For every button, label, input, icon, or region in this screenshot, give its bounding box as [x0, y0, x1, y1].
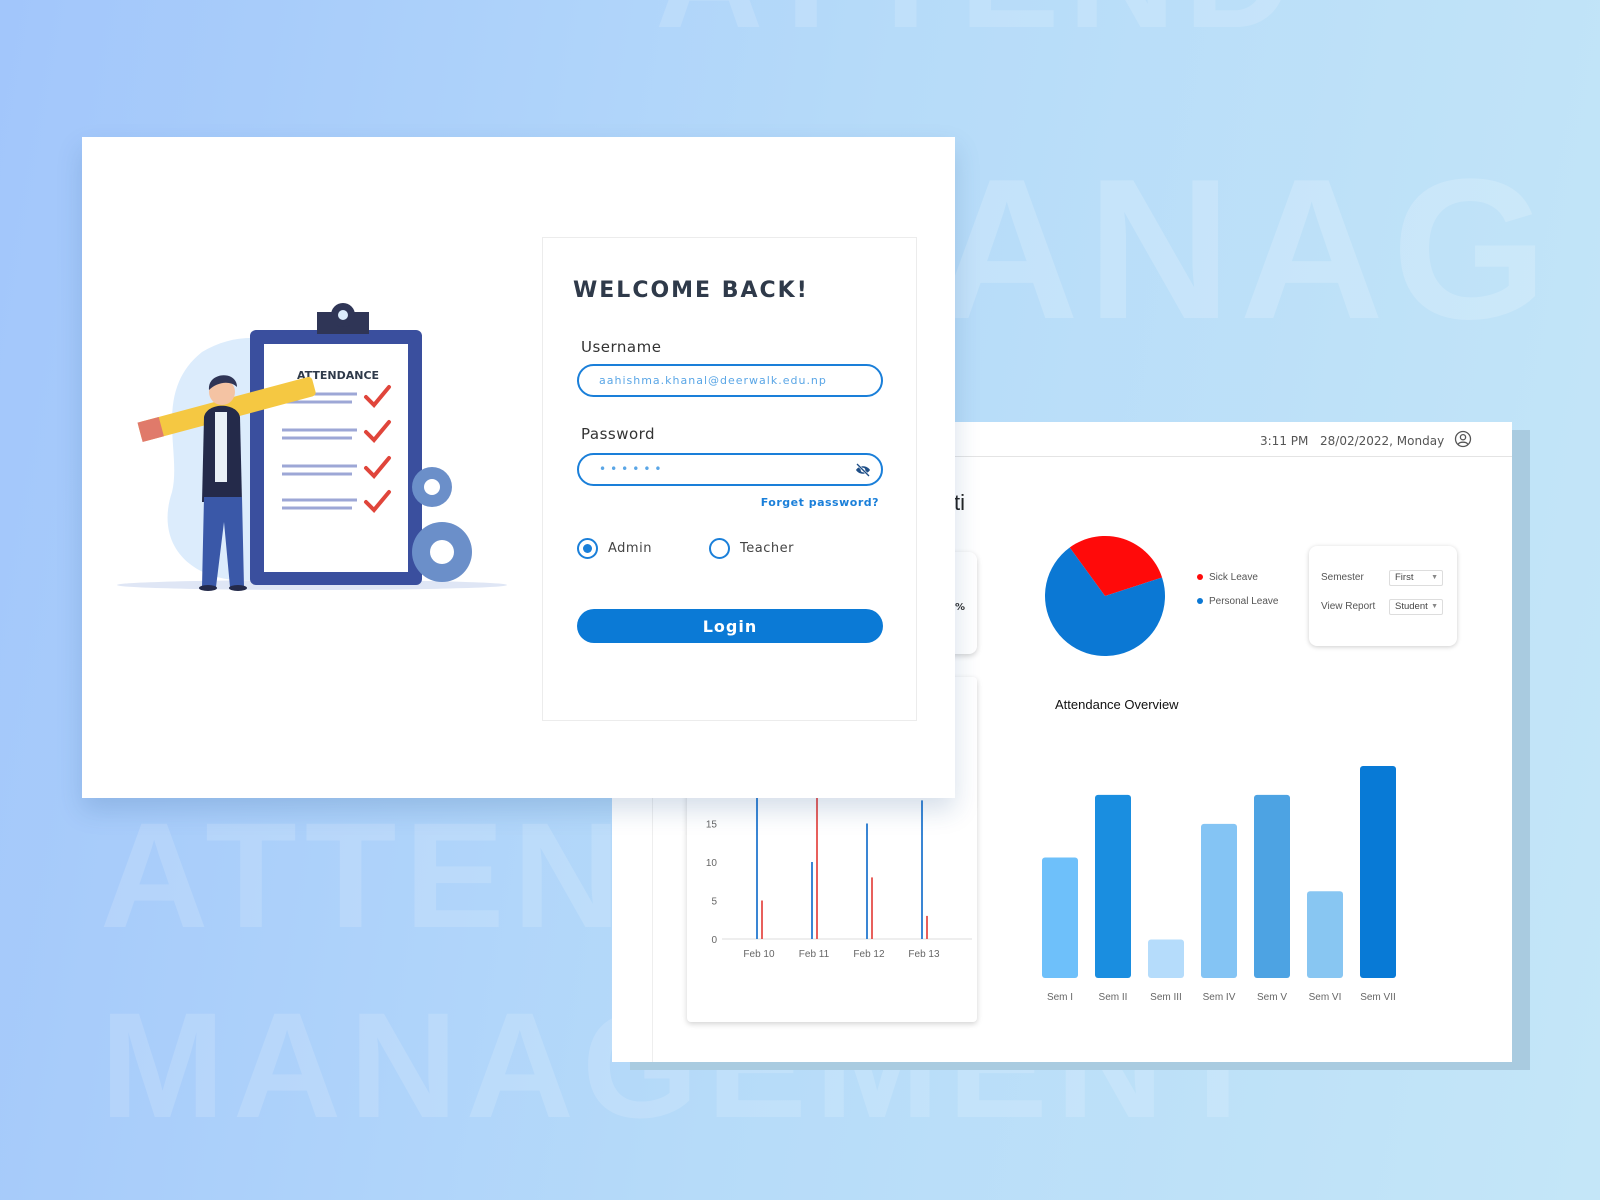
current-date: 28/02/2022, Monday	[1320, 434, 1445, 448]
x-tick-label: Feb 12	[853, 949, 885, 960]
overview-x-label: Sem VII	[1360, 992, 1396, 1003]
password-mask[interactable]: ••••••	[599, 462, 665, 476]
password-field[interactable]: ••••••	[577, 453, 883, 486]
role-label-teacher: Teacher	[740, 541, 794, 556]
page-title: ti	[954, 490, 965, 515]
x-tick-label: Feb 10	[743, 949, 775, 960]
legend-sick-leave: Sick Leave	[1197, 572, 1258, 583]
username-label: Username	[581, 338, 662, 356]
semester-value: First	[1395, 572, 1414, 583]
overview-bar-sem-v	[1254, 794, 1290, 978]
chevron-down-icon: ▼	[1431, 603, 1438, 610]
y-tick-label: 5	[711, 897, 717, 908]
username-input[interactable]	[599, 366, 849, 395]
password-label: Password	[581, 425, 656, 443]
overview-bar-sem-iii	[1148, 939, 1184, 978]
y-tick-label: 0	[711, 935, 717, 946]
overview-bar-sem-iv	[1201, 823, 1237, 978]
role-radio-teacher[interactable]: Teacher	[709, 538, 794, 559]
semester-label: Semester	[1321, 572, 1364, 583]
attendance-illustration: ATTENDANCE	[117, 303, 507, 591]
legend-dot-personal	[1197, 598, 1203, 605]
overview-bar-sem-i	[1042, 857, 1078, 978]
overview-bar-sem-vii	[1360, 766, 1396, 978]
legend-personal-leave: Personal Leave	[1197, 596, 1279, 607]
bg-word-attend: ATTEND	[655, 0, 1300, 50]
leave-pie-chart	[1045, 536, 1165, 656]
radio-circle-teacher[interactable]	[709, 538, 730, 559]
y-tick-label: 15	[706, 820, 718, 831]
login-window: ATTENDANCE WELCOME BACK! Username Passwo…	[82, 137, 955, 798]
overview-x-label: Sem I	[1047, 992, 1073, 1003]
overview-x-label: Sem IV	[1203, 992, 1236, 1003]
overview-x-label: Sem VI	[1309, 992, 1342, 1003]
legend-dot-sick	[1197, 574, 1203, 581]
overview-x-label: Sem II	[1099, 992, 1128, 1003]
x-tick-label: Feb 11	[799, 949, 830, 960]
x-tick-label: Feb 13	[908, 949, 940, 960]
login-button[interactable]: Login	[577, 609, 883, 643]
overview-bar-sem-vi	[1307, 891, 1343, 978]
role-label-admin: Admin	[608, 541, 652, 556]
attendance-overview-chart: Sem I Sem II Sem III Sem IV Sem V Sem VI Sem V…	[1042, 766, 1396, 1003]
y-tick-label: 10	[706, 858, 718, 869]
semester-select[interactable]: First ▼	[1389, 570, 1443, 586]
radio-circle-admin[interactable]	[577, 538, 598, 559]
role-radio-admin[interactable]: Admin	[577, 538, 652, 559]
user-circle-icon[interactable]	[1454, 430, 1472, 451]
view-report-value: Student	[1395, 601, 1428, 612]
view-report-select[interactable]: Student ▼	[1389, 599, 1443, 615]
forgot-password-link[interactable]: Forget password?	[761, 496, 879, 509]
legend-label-sick: Sick Leave	[1209, 572, 1258, 583]
overview-x-label: Sem V	[1257, 992, 1287, 1003]
overview-x-label: Sem III	[1150, 992, 1182, 1003]
welcome-heading: WELCOME BACK!	[573, 278, 809, 303]
chevron-down-icon: ▼	[1431, 574, 1438, 581]
view-report-label: View Report	[1321, 601, 1376, 612]
overview-bar-sem-ii	[1095, 794, 1131, 978]
login-form: WELCOME BACK! Username Password •••••• F…	[542, 237, 917, 721]
overview-title: Attendance Overview	[1055, 697, 1179, 712]
eye-slash-icon[interactable]	[855, 462, 871, 481]
username-field[interactable]	[577, 364, 883, 397]
legend-label-personal: Personal Leave	[1209, 596, 1279, 607]
clock-time: 3:11 PM	[1260, 434, 1309, 448]
filter-card: Semester First ▼ View Report Student ▼	[1309, 546, 1457, 646]
